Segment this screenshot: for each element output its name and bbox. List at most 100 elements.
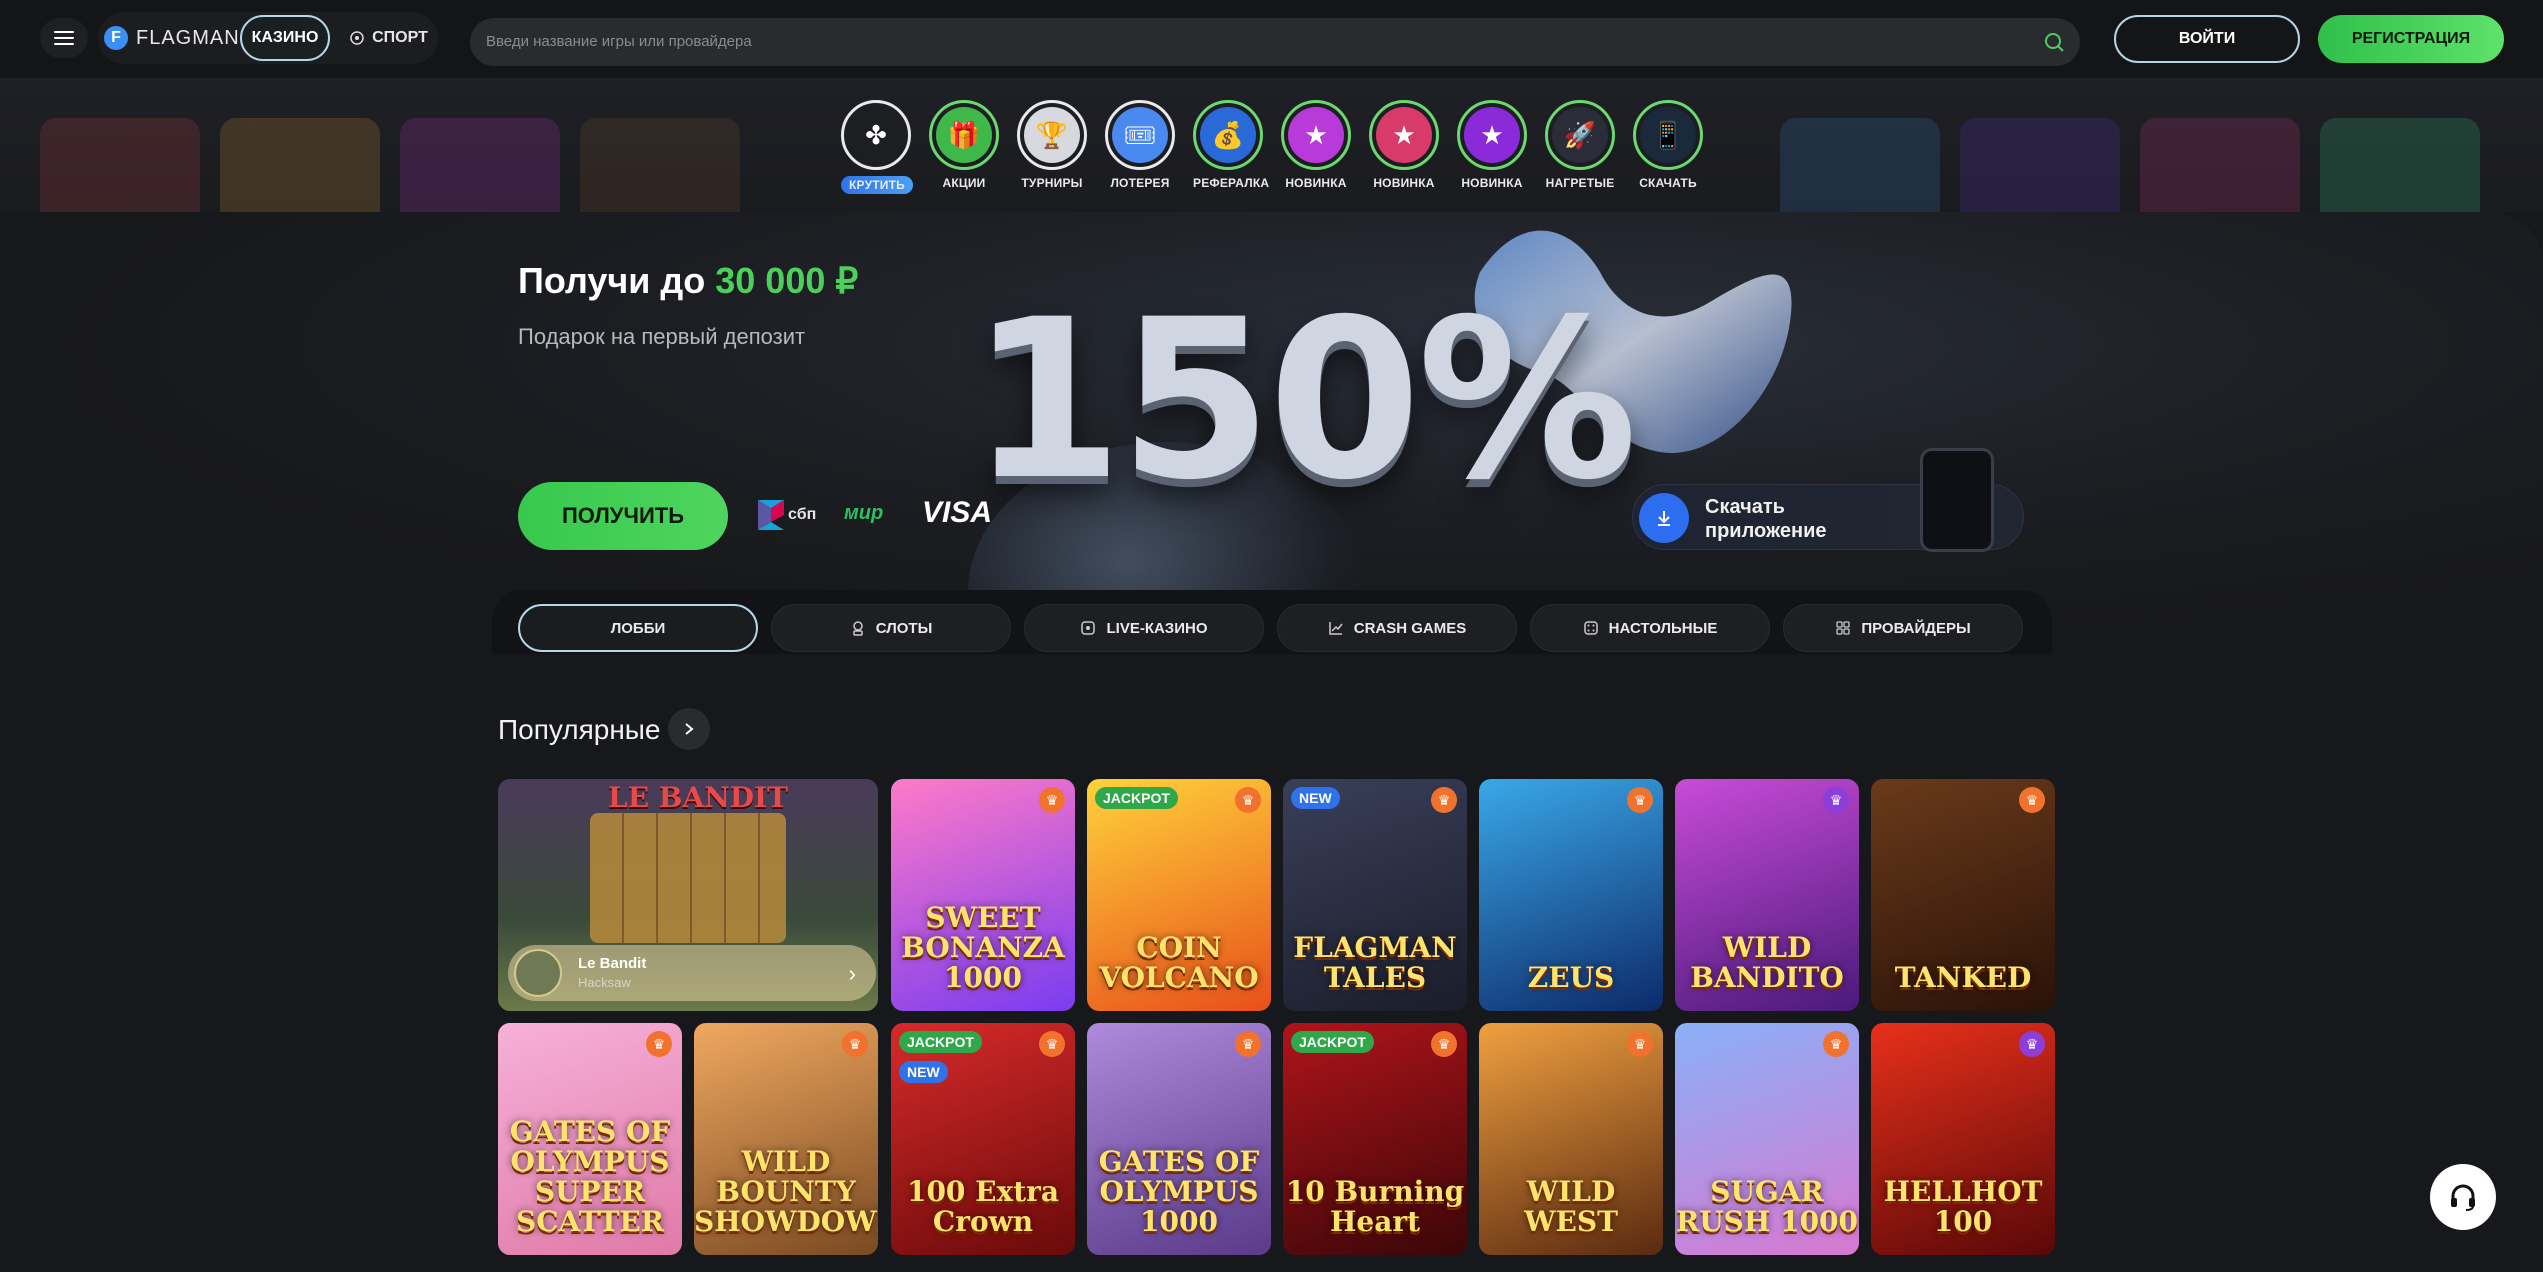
story-ring: ✤ <box>841 100 911 170</box>
strip-bg-tile <box>220 118 380 212</box>
tab-label: CRASH GAMES <box>1353 619 1467 637</box>
story-ring: 🎁 <box>929 100 999 170</box>
gift-icon: 🎁 <box>936 107 992 163</box>
live-icon <box>1081 621 1096 635</box>
tab-lobby[interactable]: ЛОББИ <box>518 604 758 652</box>
game-card[interactable]: COIN VOLCANO JACKPOT ♛ <box>1087 779 1271 1011</box>
trophy-icon: ♛ <box>646 1031 672 1057</box>
tab-label: ЛОББИ <box>610 619 666 637</box>
menu-button[interactable] <box>40 18 88 58</box>
phone-image <box>1920 448 1994 552</box>
rocket-icon: 🚀 <box>1552 107 1608 163</box>
trophy-icon: ♛ <box>1627 787 1653 813</box>
trophy-icon: ♛ <box>1431 1031 1457 1057</box>
trophy-icon: ♛ <box>1823 1031 1849 1057</box>
get-bonus-button[interactable]: ПОЛУЧИТЬ <box>518 482 728 550</box>
featured-game-card[interactable]: LE BANDIT Le Bandit Hacksaw › <box>498 779 878 1011</box>
game-card[interactable]: 100 Extra Crown JACKPOT NEW ♛ <box>891 1023 1075 1255</box>
tab-providers[interactable]: ПРОВАЙДЕРЫ <box>1783 604 2023 652</box>
register-button[interactable]: РЕГИСТРАЦИЯ <box>2318 15 2504 63</box>
dice-icon <box>1583 621 1598 635</box>
login-button[interactable]: ВОЙТИ <box>2114 15 2300 63</box>
search-input[interactable]: Введи название игры или провайдера <box>470 18 2080 66</box>
game-card[interactable]: WILD WEST ♛ <box>1479 1023 1663 1255</box>
story-ring: ★ <box>1369 100 1439 170</box>
sport-tab[interactable]: СПОРТ <box>344 15 434 61</box>
story-spin[interactable]: ✤ КРУТИТЬ <box>841 100 913 194</box>
support-button[interactable] <box>2430 1164 2496 1230</box>
main-content <box>0 654 2543 1272</box>
game-title: WILD BOUNTY SHOWDOWN <box>694 1145 878 1238</box>
game-title: FLAGMAN TALES <box>1293 931 1457 994</box>
game-card[interactable]: TANKED ♛ <box>1871 779 2055 1011</box>
story-label: ТУРНИРЫ <box>1021 176 1083 190</box>
tab-crash-games[interactable]: CRASH GAMES <box>1277 604 1517 652</box>
hero-title-prefix: Получи до <box>518 260 716 301</box>
trophy-icon: ♛ <box>1039 787 1065 813</box>
casino-tab[interactable]: КАЗИНО <box>240 15 330 61</box>
new-icon: ★ <box>1464 107 1520 163</box>
hero-amount: 30 000 ₽ <box>715 260 859 301</box>
trophy-icon: ♛ <box>1627 1031 1653 1057</box>
download-icon: 📱 <box>1640 107 1696 163</box>
featured-game-name: Le Bandit <box>578 955 647 972</box>
strip-bg-tile <box>40 118 200 212</box>
avatar <box>514 949 562 997</box>
game-title: COIN VOLCANO <box>1099 931 1259 994</box>
game-card[interactable]: FLAGMAN TALES NEW ♛ <box>1283 779 1467 1011</box>
tab-table-games[interactable]: НАСТОЛЬНЫЕ <box>1530 604 1770 652</box>
game-title: WILD BANDITO <box>1690 931 1844 994</box>
sbp-logo: сбп <box>758 500 816 530</box>
strip-bg-tile <box>580 118 740 212</box>
story-download[interactable]: 📱 СКАЧАТЬ <box>1633 100 1703 190</box>
status-badge: JACKPOT <box>899 1031 982 1053</box>
popular-more-button[interactable] <box>668 708 710 750</box>
game-card[interactable]: HELLHOT 100 ♛ <box>1871 1023 2055 1255</box>
game-card[interactable]: SWEET BONANZA 1000 ♛ <box>891 779 1075 1011</box>
story-promos[interactable]: 🎁 АКЦИИ <box>929 100 999 190</box>
story-tournaments[interactable]: 🏆 ТУРНИРЫ <box>1017 100 1087 190</box>
tab-label: ПРОВАЙДЕРЫ <box>1861 619 1971 637</box>
story-strip: ✤ КРУТИТЬ 🎁 АКЦИИ 🏆 ТУРНИРЫ 🎟 ЛОТЕРЕЯ 💰 … <box>0 78 2543 212</box>
trophy-icon: ♛ <box>1039 1031 1065 1057</box>
search-placeholder: Введи название игры или провайдера <box>486 33 752 50</box>
ticket-icon: 🎟 <box>1112 107 1168 163</box>
headset-icon <box>2451 1184 2475 1211</box>
bag-icon: 💰 <box>1200 107 1256 163</box>
story-new-2[interactable]: ★ НОВИНКА <box>1369 100 1439 190</box>
story-referral[interactable]: 💰 РЕФЕРАЛКА <box>1193 100 1269 190</box>
logo[interactable]: F FLAGMAN <box>104 22 240 54</box>
story-label: НОВИНКА <box>1373 176 1435 190</box>
strip-bg-tile <box>2320 118 2480 212</box>
game-card[interactable]: 10 Burning Heart JACKPOT ♛ <box>1283 1023 1467 1255</box>
game-card[interactable]: SUGAR RUSH 1000 ♛ <box>1675 1023 1859 1255</box>
game-title: WILD WEST <box>1524 1175 1618 1238</box>
tab-label: НАСТОЛЬНЫЕ <box>1608 619 1718 637</box>
game-card[interactable]: WILD BANDITO ♛ <box>1675 779 1859 1011</box>
story-new-3[interactable]: ★ НОВИНКА <box>1457 100 1527 190</box>
chart-icon <box>1328 622 1343 635</box>
story-lottery[interactable]: 🎟 ЛОТЕРЕЯ <box>1105 100 1175 190</box>
story-new-1[interactable]: ★ НОВИНКА <box>1281 100 1351 190</box>
story-ring: 🚀 <box>1545 100 1615 170</box>
trophy-icon: ♛ <box>1235 1031 1261 1057</box>
game-title: SWEET BONANZA 1000 <box>901 901 1065 994</box>
story-ring: ★ <box>1457 100 1527 170</box>
story-hot[interactable]: 🚀 НАГРЕТЫЕ <box>1545 100 1615 190</box>
story-label: КРУТИТЬ <box>841 176 913 194</box>
chevron-right-icon[interactable]: › <box>849 961 856 987</box>
game-card[interactable]: WILD BOUNTY SHOWDOWN ♛ <box>694 1023 878 1255</box>
game-card[interactable]: GATES OF OLYMPUS 1000 ♛ <box>1087 1023 1271 1255</box>
tab-live-casino[interactable]: LIVE-КАЗИНО <box>1024 604 1264 652</box>
story-ring: 🎟 <box>1105 100 1175 170</box>
game-card[interactable]: ZEUS ♛ <box>1479 779 1663 1011</box>
trophy-icon: ♛ <box>2019 1031 2045 1057</box>
game-card[interactable]: GATES OF OLYMPUS SUPER SCATTER ♛ <box>498 1023 682 1255</box>
download-arrow-icon <box>1639 493 1689 543</box>
game-title: GATES OF OLYMPUS SUPER SCATTER <box>509 1115 671 1238</box>
tab-slots[interactable]: СЛОТЫ <box>771 604 1011 652</box>
search-icon[interactable] <box>2042 30 2066 54</box>
hero-percent: 150% <box>970 272 1638 528</box>
ball-icon <box>350 31 364 45</box>
status-badge: JACKPOT <box>1291 1031 1374 1053</box>
